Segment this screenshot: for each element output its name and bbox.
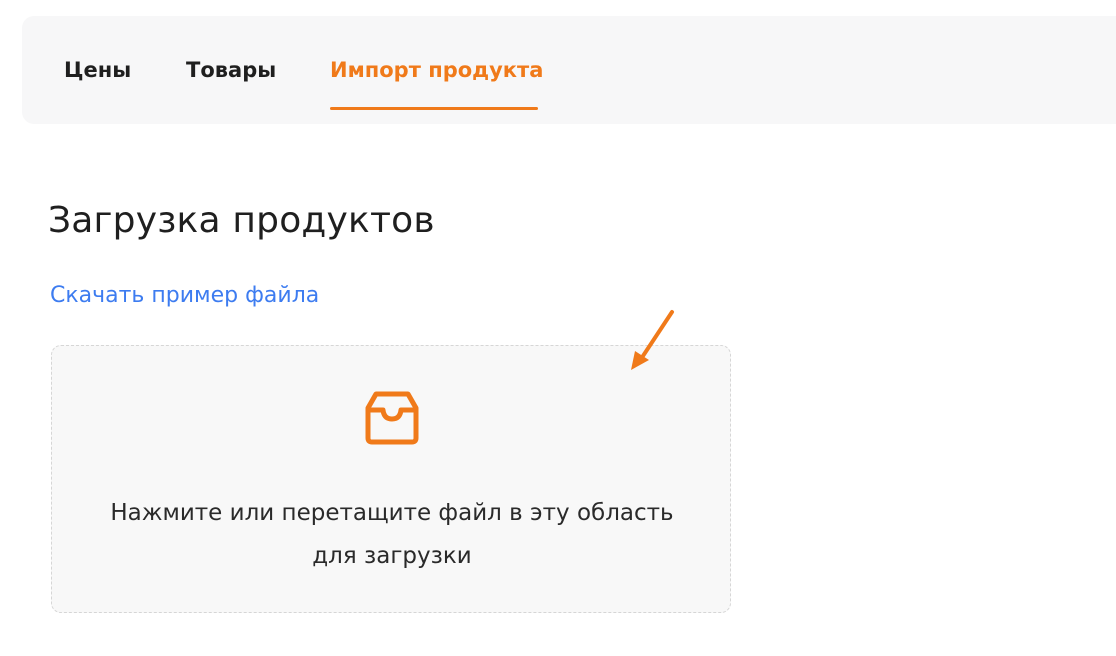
page: Цены Товары Импорт продукта Загрузка про… <box>0 0 1116 656</box>
tab-products[interactable]: Товары <box>186 16 276 124</box>
upload-dropzone[interactable]: Нажмите или перетащите файл в эту област… <box>51 345 731 613</box>
tab-prices[interactable]: Цены <box>64 16 131 124</box>
dropzone-text-line2: для загрузки <box>312 543 472 569</box>
tabs-bar: Цены Товары Импорт продукта <box>22 16 1116 124</box>
page-title: Загрузка продуктов <box>48 200 435 241</box>
arrow-icon <box>631 310 674 370</box>
dropzone-text-line1: Нажмите или перетащите файл в эту област… <box>110 500 674 526</box>
inbox-icon <box>365 391 419 445</box>
dropzone-text: Нажмите или перетащите файл в эту област… <box>52 492 732 578</box>
active-tab-indicator <box>330 107 538 110</box>
download-sample-file-link[interactable]: Скачать пример файла <box>50 283 319 308</box>
